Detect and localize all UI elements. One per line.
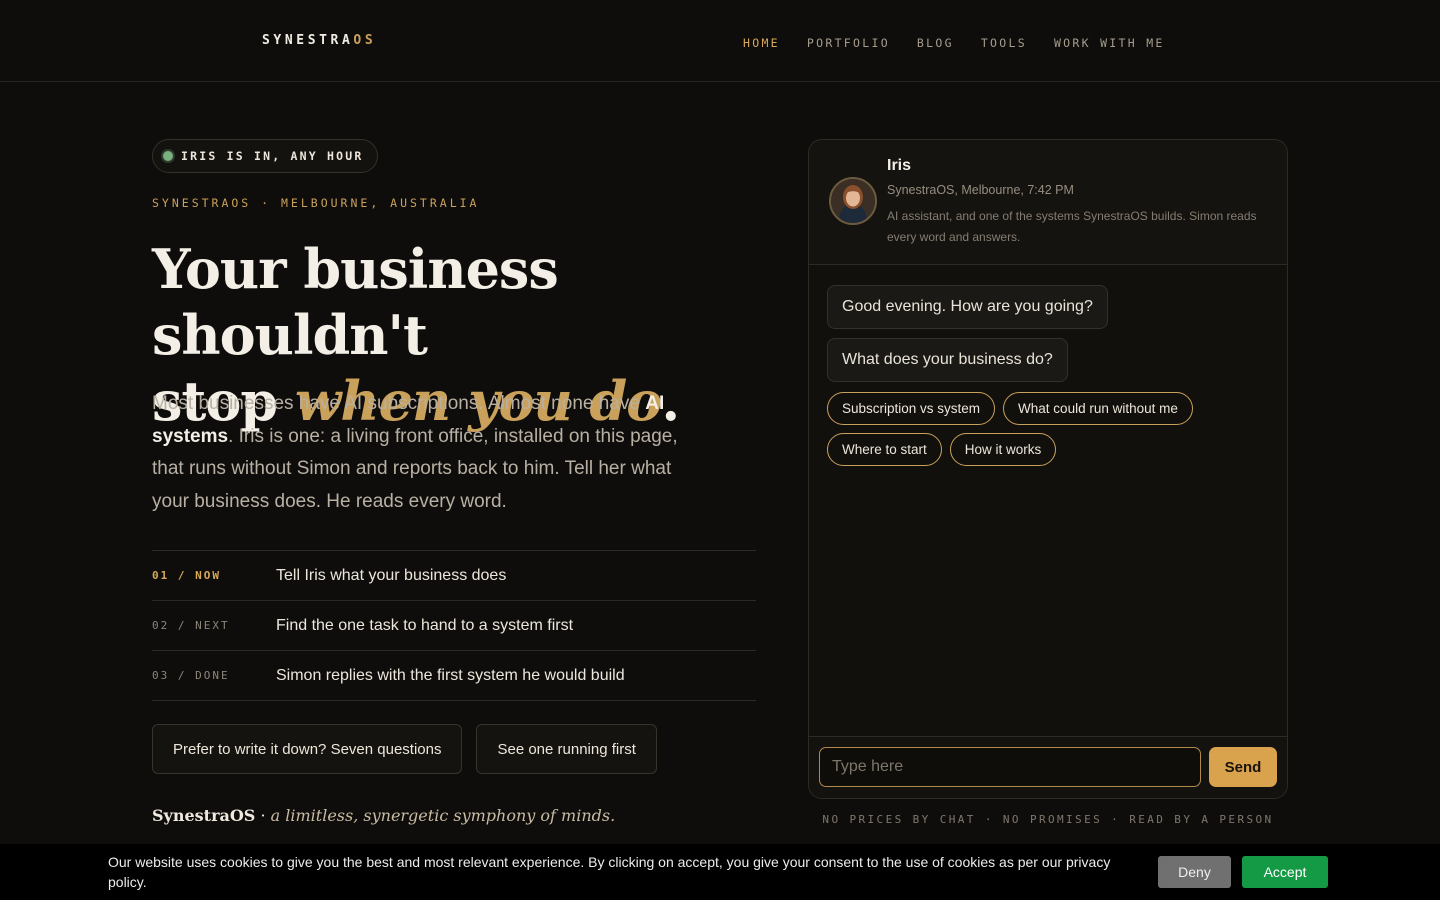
status-pill: IRIS IS IN, ANY HOUR	[152, 139, 379, 173]
chat-panel: Iris SynestraOS, Melbourne, 7:42 PM AI a…	[808, 139, 1288, 799]
chat-composer: Send	[809, 736, 1287, 798]
deny-cookies-button[interactable]: Deny	[1158, 856, 1231, 888]
see-one-running-button[interactable]: See one running first	[476, 724, 657, 774]
step-key: 03 / DONE	[152, 669, 230, 682]
online-dot-icon	[163, 151, 173, 161]
chip-where-to-start[interactable]: Where to start	[827, 433, 942, 466]
step-row: 02 / NEXT Find the one task to hand to a…	[152, 601, 756, 651]
steps-list: 01 / NOW Tell Iris what your business do…	[152, 550, 756, 701]
lede-part-2: . Iris is one: a living front office, in…	[152, 425, 678, 512]
avatar-portrait-icon	[831, 179, 875, 223]
send-button[interactable]: Send	[1209, 747, 1277, 787]
step-text: Find the one task to hand to a system fi…	[276, 616, 574, 634]
step-text: Simon replies with the first system he w…	[276, 666, 625, 684]
cookie-text: Our website uses cookies to give you the…	[108, 854, 1111, 890]
logo[interactable]: SYNESTRAOS	[262, 33, 376, 48]
step-key: 02 / NEXT	[152, 619, 230, 632]
main-nav: HOME PORTFOLIO BLOG TOOLS WORK WITH ME	[743, 36, 1165, 50]
location-label: SYNESTRAOS · MELBOURNE, AUSTRALIA	[152, 196, 480, 210]
status-text: IRIS IS IN, ANY HOUR	[181, 149, 364, 163]
step-key: 01 / NOW	[152, 569, 221, 582]
chat-disclaimer: NO PRICES BY CHAT · NO PROMISES · READ B…	[822, 813, 1274, 826]
step-row: 03 / DONE Simon replies with the first s…	[152, 651, 756, 701]
nav-home[interactable]: HOME	[743, 36, 780, 50]
tagline-separator: ·	[255, 806, 271, 825]
nav-work-with-me[interactable]: WORK WITH ME	[1054, 36, 1165, 50]
tagline-motto: a limitless, synergetic symphony of mind…	[270, 806, 616, 825]
step-row: 01 / NOW Tell Iris what your business do…	[152, 551, 756, 601]
assistant-message: What does your business do?	[827, 338, 1068, 382]
assistant-meta: SynestraOS, Melbourne, 7:42 PM	[887, 183, 1074, 197]
nav-tools[interactable]: TOOLS	[981, 36, 1027, 50]
nav-portfolio[interactable]: PORTFOLIO	[807, 36, 890, 50]
cta-buttons: Prefer to write it down? Seven questions…	[152, 724, 657, 774]
lede-part-1: Most businesses have AI subscriptions. A…	[152, 393, 646, 414]
message-input[interactable]	[819, 747, 1201, 787]
accept-cookies-button[interactable]: Accept	[1242, 856, 1328, 888]
avatar	[829, 177, 877, 225]
tagline-brand: SynestraOS	[152, 806, 256, 825]
intro-paragraph: Most businesses have AI subscriptions. A…	[152, 388, 712, 518]
headline-line-1: Your business shouldn't	[152, 237, 559, 367]
quick-replies: Subscription vs system What could run wi…	[827, 392, 1247, 466]
top-bar: SYNESTRAOS HOME PORTFOLIO BLOG TOOLS WOR…	[0, 0, 1440, 82]
assistant-name: Iris	[887, 157, 912, 174]
assistant-message: Good evening. How are you going?	[827, 285, 1108, 329]
chat-header: Iris SynestraOS, Melbourne, 7:42 PM AI a…	[809, 140, 1287, 265]
logo-text: SYNESTRA	[262, 33, 354, 48]
tagline: SynestraOS · a limitless, synergetic sym…	[152, 806, 615, 825]
chip-subscription-vs-system[interactable]: Subscription vs system	[827, 392, 996, 425]
seven-questions-button[interactable]: Prefer to write it down? Seven questions	[152, 724, 463, 774]
assistant-description: AI assistant, and one of the systems Syn…	[887, 209, 1257, 244]
logo-accent: OS	[353, 33, 377, 48]
step-text: Tell Iris what your business does	[276, 566, 507, 584]
message-list: Good evening. How are you going? What do…	[827, 285, 1269, 466]
nav-blog[interactable]: BLOG	[917, 36, 954, 50]
chip-what-could-run[interactable]: What could run without me	[1003, 392, 1193, 425]
chip-how-it-works[interactable]: How it works	[949, 433, 1057, 466]
